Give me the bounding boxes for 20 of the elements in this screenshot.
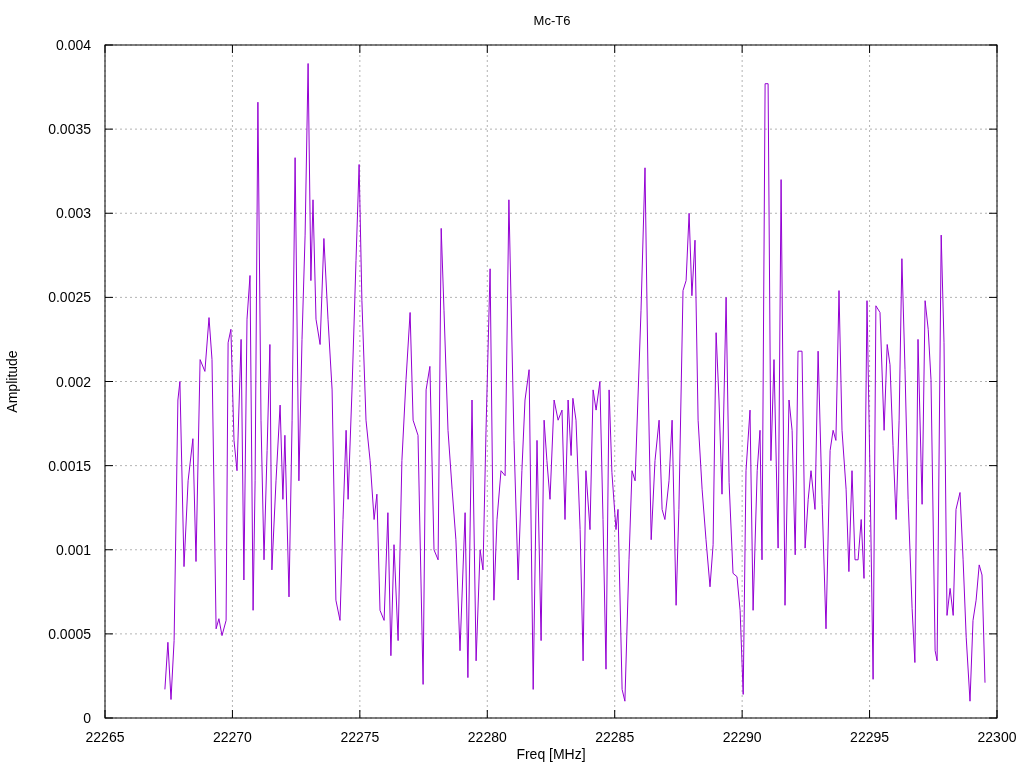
tick-label: 22280 xyxy=(467,729,507,745)
tick-label: 0.001 xyxy=(55,541,91,558)
axis-label: Amplitude xyxy=(4,350,20,413)
tick-label: 0 xyxy=(83,710,91,726)
tick-label: 0.002 xyxy=(55,373,91,390)
tick-label: 22285 xyxy=(595,729,635,745)
tick-label: 0.0015 xyxy=(48,457,91,474)
tick-label: 0.003 xyxy=(55,205,91,222)
tick-label: 22270 xyxy=(212,729,252,745)
tick-label: 22300 xyxy=(977,729,1017,745)
tick-label: 22275 xyxy=(340,729,380,745)
tick-label: 22290 xyxy=(722,729,762,745)
tick-label: 0.004 xyxy=(55,37,91,53)
tick-label: 22295 xyxy=(850,729,890,745)
tick-label: 0.0035 xyxy=(48,121,91,138)
tick-label: 0.0025 xyxy=(48,289,91,306)
axis-label: Freq [MHz] xyxy=(516,746,586,762)
chart-title: Mc-T6 xyxy=(533,13,571,28)
tick-label: 22265 xyxy=(85,729,125,745)
tick-label: 0.0005 xyxy=(48,625,91,642)
